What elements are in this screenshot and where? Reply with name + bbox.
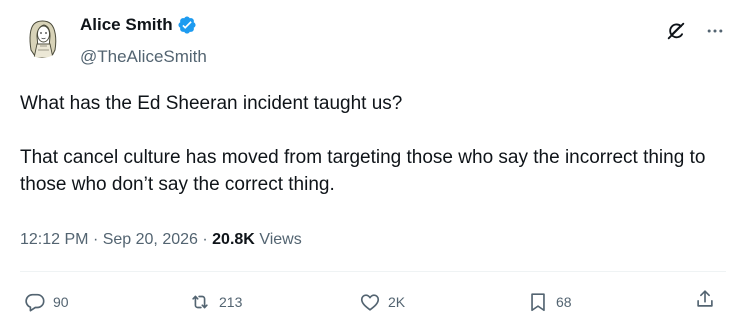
verified-badge-icon[interactable] — [177, 15, 197, 35]
meta-separator: · — [202, 231, 208, 248]
avatar-image — [29, 20, 57, 58]
bookmark-icon — [527, 291, 549, 313]
retweet-count: 213 — [219, 294, 243, 310]
top-actions — [665, 20, 725, 42]
meta-separator: · — [92, 231, 99, 248]
tweet-paragraph: What has the Ed Sheeran incident taught … — [20, 93, 403, 114]
views-count: 20.8K — [212, 231, 255, 248]
like-button[interactable]: 2K — [359, 288, 405, 316]
share-icon — [694, 288, 716, 310]
tweet: Alice Smith @TheAliceSmith What has the … — [0, 0, 743, 334]
reply-button[interactable]: 90 — [24, 288, 69, 316]
reply-count: 90 — [53, 294, 69, 310]
author-handle[interactable]: @TheAliceSmith — [80, 47, 207, 67]
like-count: 2K — [388, 294, 406, 310]
like-icon — [359, 291, 381, 313]
tweet-text: What has the Ed Sheeran incident taught … — [20, 90, 720, 198]
reply-icon — [24, 291, 46, 313]
retweet-icon — [188, 291, 212, 313]
tweet-time[interactable]: 12:12 PM — [20, 231, 88, 248]
tweet-paragraph: That cancel culture has moved from targe… — [20, 147, 706, 195]
author-name-row: Alice Smith — [80, 15, 197, 35]
views-label: Views — [259, 231, 302, 248]
avatar[interactable] — [20, 14, 64, 58]
bookmark-button[interactable]: 68 — [527, 288, 572, 316]
retweet-button[interactable]: 213 — [188, 288, 242, 316]
tweet-date[interactable]: Sep 20, 2026 — [103, 231, 198, 248]
tweet-meta: 12:12 PM · Sep 20, 2026 · 20.8K Views — [20, 230, 302, 250]
divider — [20, 271, 726, 272]
bookmark-count: 68 — [556, 294, 572, 310]
share-button[interactable] — [694, 288, 716, 310]
more-icon[interactable] — [705, 21, 725, 41]
author-display-name[interactable]: Alice Smith — [80, 15, 173, 35]
grok-icon[interactable] — [665, 20, 687, 42]
action-bar: 90 213 2K 68 — [0, 288, 743, 316]
